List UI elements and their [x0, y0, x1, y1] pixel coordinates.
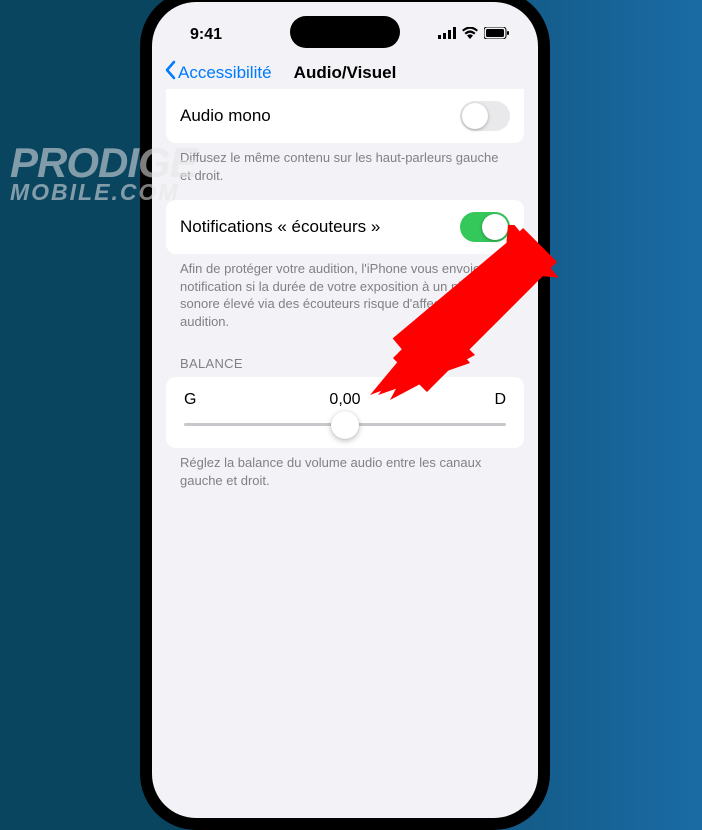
audio-mono-desc: Diffusez le même contenu sur les haut-pa…	[166, 143, 524, 200]
status-time: 9:41	[190, 26, 222, 44]
audio-mono-label: Audio mono	[180, 106, 271, 126]
balance-slider[interactable]	[184, 423, 506, 426]
row-notifications-ecouteurs[interactable]: Notifications « écouteurs »	[166, 200, 524, 254]
phone-frame: 9:41 Accessibilité Audio/Visuel	[140, 0, 550, 830]
back-button[interactable]: Accessibilité	[164, 60, 272, 85]
balance-value: 0,00	[329, 391, 360, 409]
cellular-icon	[438, 26, 456, 44]
balance-slider-thumb[interactable]	[331, 411, 359, 439]
balance-left-label: G	[184, 391, 196, 409]
phone-screen: 9:41 Accessibilité Audio/Visuel	[152, 2, 538, 818]
notifications-toggle[interactable]	[460, 212, 510, 242]
battery-icon	[484, 26, 510, 44]
audio-mono-toggle[interactable]	[460, 101, 510, 131]
balance-header: BALANCE	[166, 346, 524, 377]
balance-desc: Réglez la balance du volume audio entre …	[166, 448, 524, 505]
wifi-icon	[462, 26, 478, 44]
balance-right-label: D	[494, 391, 506, 409]
back-label: Accessibilité	[178, 63, 272, 83]
row-audio-mono[interactable]: Audio mono	[166, 89, 524, 143]
chevron-left-icon	[164, 60, 176, 85]
nav-title: Audio/Visuel	[294, 63, 397, 83]
dynamic-island	[290, 16, 400, 48]
notifications-label: Notifications « écouteurs »	[180, 217, 380, 237]
balance-card: G 0,00 D	[166, 377, 524, 448]
notifications-desc: Afin de protéger votre audition, l'iPhon…	[166, 254, 524, 346]
